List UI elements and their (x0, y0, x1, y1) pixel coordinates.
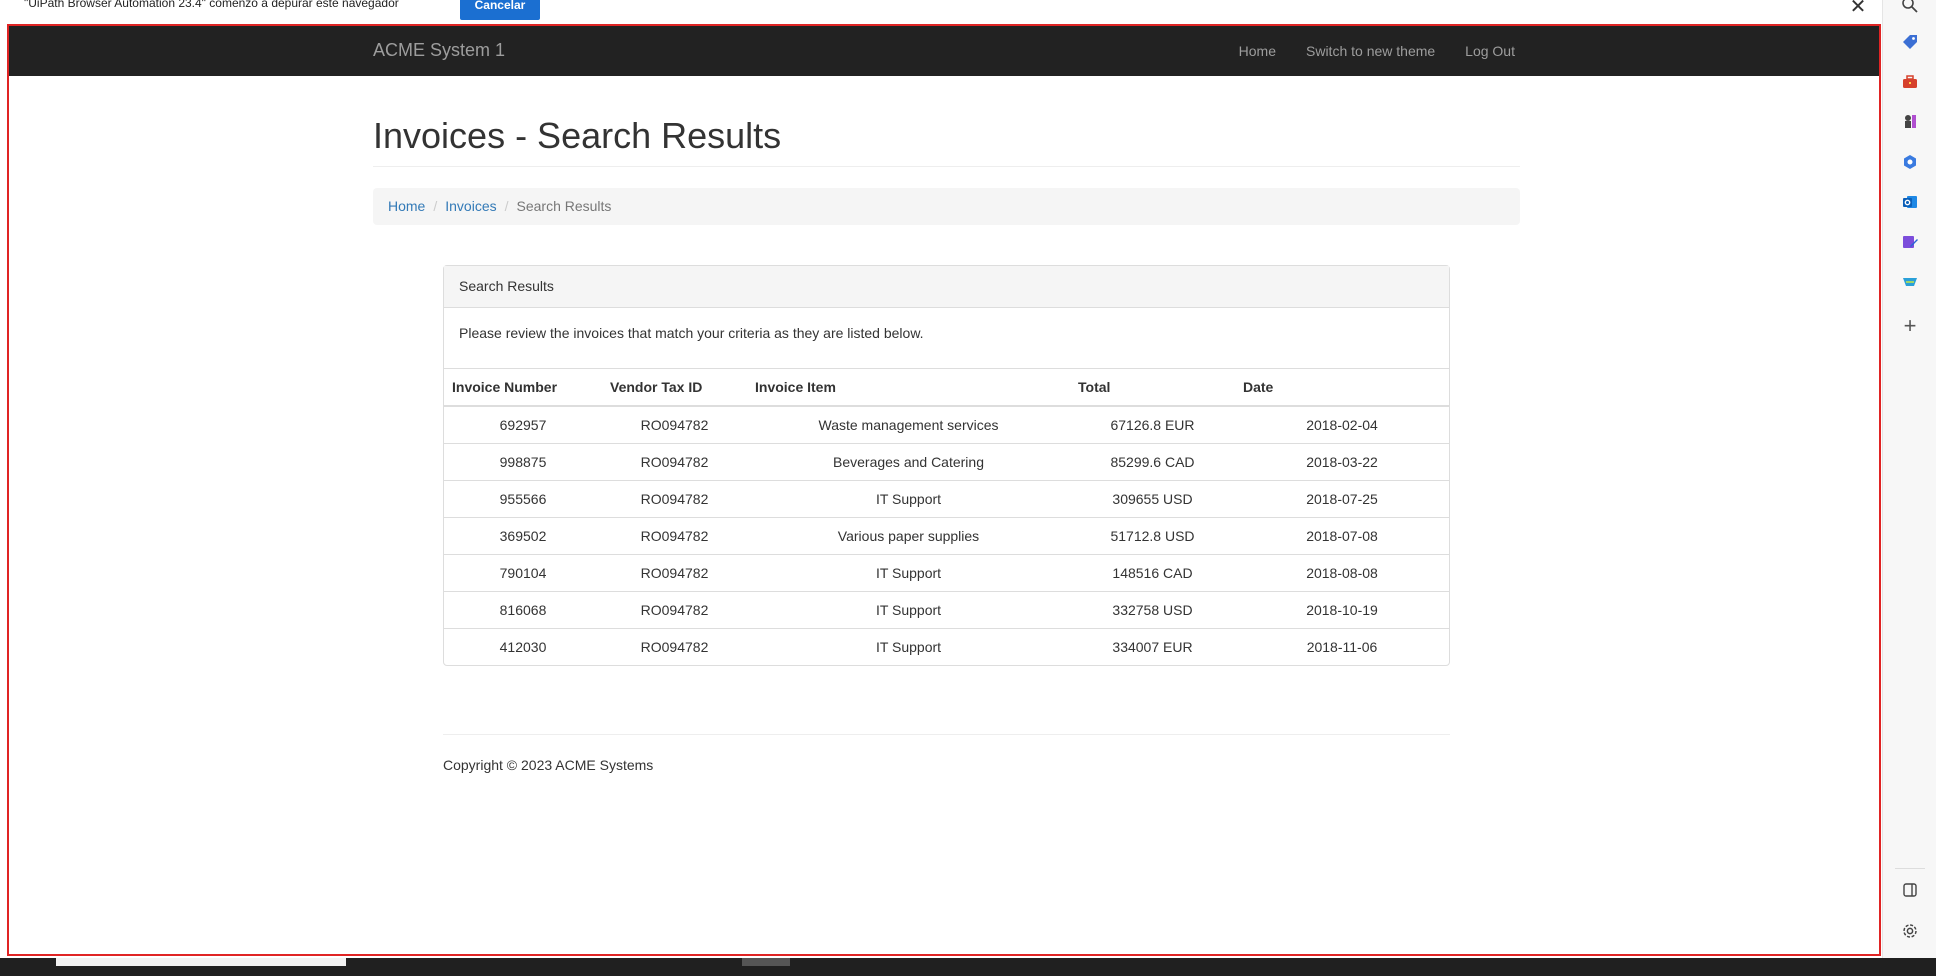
search-icon[interactable] (1900, 0, 1920, 16)
cell-date: 2018-07-25 (1235, 479, 1449, 517)
debug-message: "UiPath Browser Automation 23.4" comenzó… (24, 0, 399, 10)
cell-date: 2018-03-22 (1235, 442, 1449, 480)
nav-switch-theme-link[interactable]: Switch to new theme (1306, 43, 1435, 59)
col-vendor-tax-id: Vendor Tax ID (602, 369, 747, 407)
invoices-table: Invoice Number Vendor Tax ID Invoice Ite… (444, 369, 1449, 665)
cell-vendor-tax-id: RO094782 (602, 553, 747, 591)
breadcrumb-active: Search Results (516, 198, 612, 214)
cell-invoice-number: 412030 (444, 627, 602, 665)
panel-description: Please review the invoices that match yo… (444, 308, 1449, 369)
cell-total: 309655 USD (1070, 479, 1235, 517)
cell-invoice-number: 955566 (444, 479, 602, 517)
table-row: 790104 RO094782 IT Support 148516 CAD 20… (444, 553, 1449, 591)
cell-invoice-item: Beverages and Catering (747, 442, 1070, 480)
col-invoice-item: Invoice Item (747, 369, 1070, 407)
table-row: 998875 RO094782 Beverages and Catering 8… (444, 442, 1449, 480)
panel-heading: Search Results (444, 266, 1449, 308)
cell-date: 2018-08-08 (1235, 553, 1449, 591)
col-invoice-number: Invoice Number (444, 369, 602, 407)
outlook-icon[interactable] (1900, 193, 1920, 213)
editor-icon[interactable] (1900, 233, 1920, 253)
cell-total: 51712.8 USD (1070, 516, 1235, 554)
chess-icon[interactable] (1900, 113, 1920, 133)
breadcrumb: Home / Invoices / Search Results (373, 188, 1520, 225)
breadcrumb-separator: / (504, 198, 509, 214)
cell-date: 2018-07-08 (1235, 516, 1449, 554)
page-title: Invoices - Search Results (373, 115, 782, 156)
cell-invoice-number: 998875 (444, 442, 602, 480)
cell-date: 2018-11-06 (1235, 627, 1449, 665)
table-row: 955566 RO094782 IT Support 309655 USD 20… (444, 479, 1449, 517)
breadcrumb-invoices[interactable]: Invoices (445, 198, 496, 214)
split-view-icon[interactable] (1900, 882, 1920, 902)
cell-total: 334007 EUR (1070, 627, 1235, 665)
cell-vendor-tax-id: RO094782 (602, 405, 747, 443)
nav-logout-link[interactable]: Log Out (1465, 43, 1515, 59)
cell-total: 148516 CAD (1070, 553, 1235, 591)
table-row: 412030 RO094782 IT Support 334007 EUR 20… (444, 627, 1449, 665)
cell-vendor-tax-id: RO094782 (602, 590, 747, 628)
cell-date: 2018-10-19 (1235, 590, 1449, 628)
cell-invoice-number: 816068 (444, 590, 602, 628)
browser-viewport: ACME System 1 Home Switch to new theme L… (7, 24, 1881, 956)
shopping-icon[interactable] (1900, 273, 1920, 293)
browser-sidebar: + (1882, 0, 1936, 964)
search-results-panel: Search Results Please review the invoice… (443, 265, 1450, 666)
sidebar-divider (1895, 868, 1925, 869)
cell-vendor-tax-id: RO094782 (602, 627, 747, 665)
taskbar-active-window[interactable] (56, 958, 346, 966)
cell-invoice-number: 369502 (444, 516, 602, 554)
cell-invoice-item: IT Support (747, 479, 1070, 517)
breadcrumb-home[interactable]: Home (388, 198, 425, 214)
table-header-row: Invoice Number Vendor Tax ID Invoice Ite… (444, 369, 1449, 407)
col-total: Total (1070, 369, 1235, 407)
table-row: 369502 RO094782 Various paper supplies 5… (444, 516, 1449, 554)
footer-divider (443, 734, 1450, 735)
settings-icon[interactable] (1900, 922, 1920, 942)
cell-vendor-tax-id: RO094782 (602, 516, 747, 554)
cell-invoice-item: Various paper supplies (747, 516, 1070, 554)
cell-invoice-number: 692957 (444, 405, 602, 443)
top-navbar: ACME System 1 Home Switch to new theme L… (9, 26, 1879, 76)
cell-invoice-item: Waste management services (747, 405, 1070, 443)
taskbar-app[interactable] (742, 958, 790, 966)
cell-invoice-number: 790104 (444, 553, 602, 591)
close-icon[interactable]: ✕ (1846, 0, 1870, 19)
plus-icon[interactable]: + (1900, 315, 1920, 337)
footer-copyright: Copyright © 2023 ACME Systems (443, 757, 654, 773)
toolbox-icon[interactable] (1900, 73, 1920, 93)
breadcrumb-separator: / (433, 198, 438, 214)
cell-vendor-tax-id: RO094782 (602, 442, 747, 480)
cell-invoice-item: IT Support (747, 590, 1070, 628)
cell-invoice-item: IT Support (747, 553, 1070, 591)
table-row: 692957 RO094782 Waste management service… (444, 405, 1449, 443)
col-date: Date (1235, 369, 1449, 407)
nav-home-link[interactable]: Home (1239, 43, 1276, 59)
brand-name[interactable]: ACME System 1 (373, 40, 505, 61)
nav-links: Home Switch to new theme Log Out (1209, 43, 1515, 59)
cell-invoice-item: IT Support (747, 627, 1070, 665)
debug-notification-bar: "UiPath Browser Automation 23.4" comenzó… (0, 0, 1880, 24)
cell-total: 332758 USD (1070, 590, 1235, 628)
cell-vendor-tax-id: RO094782 (602, 479, 747, 517)
table-row: 816068 RO094782 IT Support 332758 USD 20… (444, 590, 1449, 628)
tag-icon[interactable] (1900, 33, 1920, 53)
cell-total: 85299.6 CAD (1070, 442, 1235, 480)
cell-date: 2018-02-04 (1235, 405, 1449, 443)
page-header: Invoices - Search Results (373, 114, 1520, 167)
cell-total: 67126.8 EUR (1070, 405, 1235, 443)
cancel-debug-button[interactable]: Cancelar (460, 0, 540, 20)
copilot-icon[interactable] (1900, 153, 1920, 173)
